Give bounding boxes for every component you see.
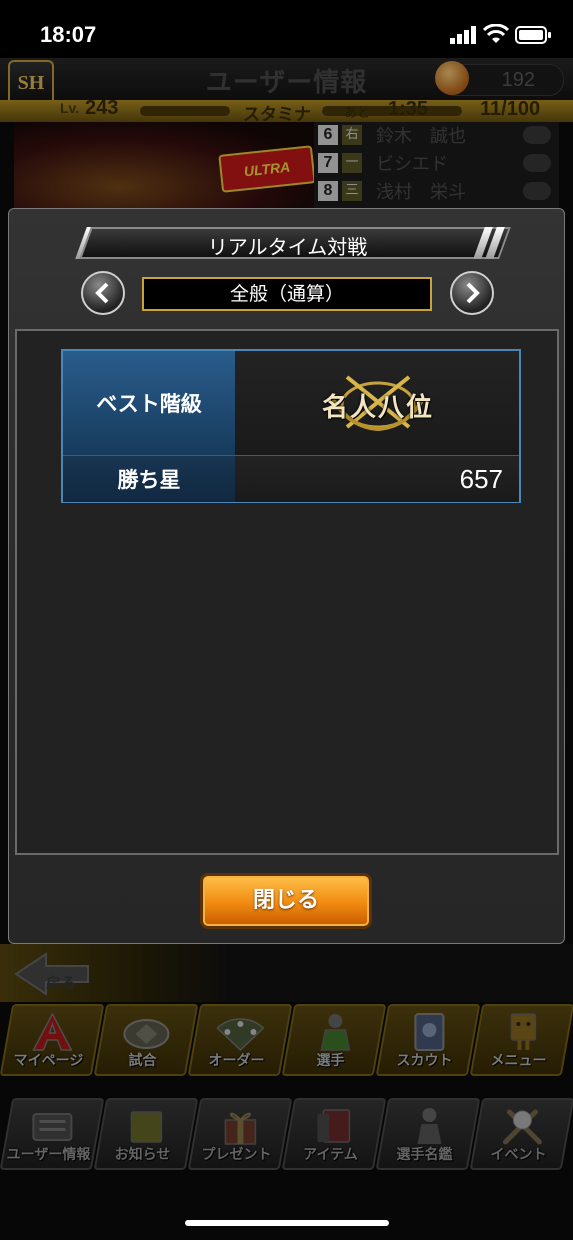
next-tab-button[interactable] xyxy=(450,271,494,315)
prev-tab-button[interactable] xyxy=(81,271,125,315)
chevron-left-icon xyxy=(95,282,109,304)
rank-badge-icon: 名人八位 xyxy=(319,369,437,437)
best-rank-value: 名人八位 xyxy=(235,351,519,455)
chevron-right-icon xyxy=(466,282,480,304)
realtime-battle-modal: リアルタイム対戦 全般（通算） ベスト階級 名人八位 勝ち星 657 閉じる xyxy=(8,208,565,944)
status-bar: 18:07 xyxy=(0,0,573,58)
close-button[interactable]: 閉じる xyxy=(200,873,372,929)
home-indicator[interactable] xyxy=(185,1220,389,1226)
wins-cell: 657 xyxy=(235,456,519,502)
category-selector[interactable]: 全般（通算） xyxy=(142,277,432,311)
best-rank-label: ベスト階級 xyxy=(63,351,235,455)
table-row: 勝ち星 657 xyxy=(63,455,519,502)
modal-title: リアルタイム対戦 xyxy=(207,235,368,259)
wifi-icon xyxy=(483,24,509,43)
rank-text: 名人八位 xyxy=(321,393,434,423)
status-time: 18:07 xyxy=(40,22,97,47)
battery-icon xyxy=(515,26,551,44)
content-panel: ベスト階級 名人八位 勝ち星 657 xyxy=(15,329,559,855)
stats-table: ベスト階級 名人八位 勝ち星 657 xyxy=(61,349,521,503)
wins-value: 657 xyxy=(459,464,503,494)
table-row: ベスト階級 名人八位 xyxy=(63,351,519,455)
wins-label: 勝ち星 xyxy=(63,456,235,502)
cellular-signal-icon xyxy=(450,26,476,44)
